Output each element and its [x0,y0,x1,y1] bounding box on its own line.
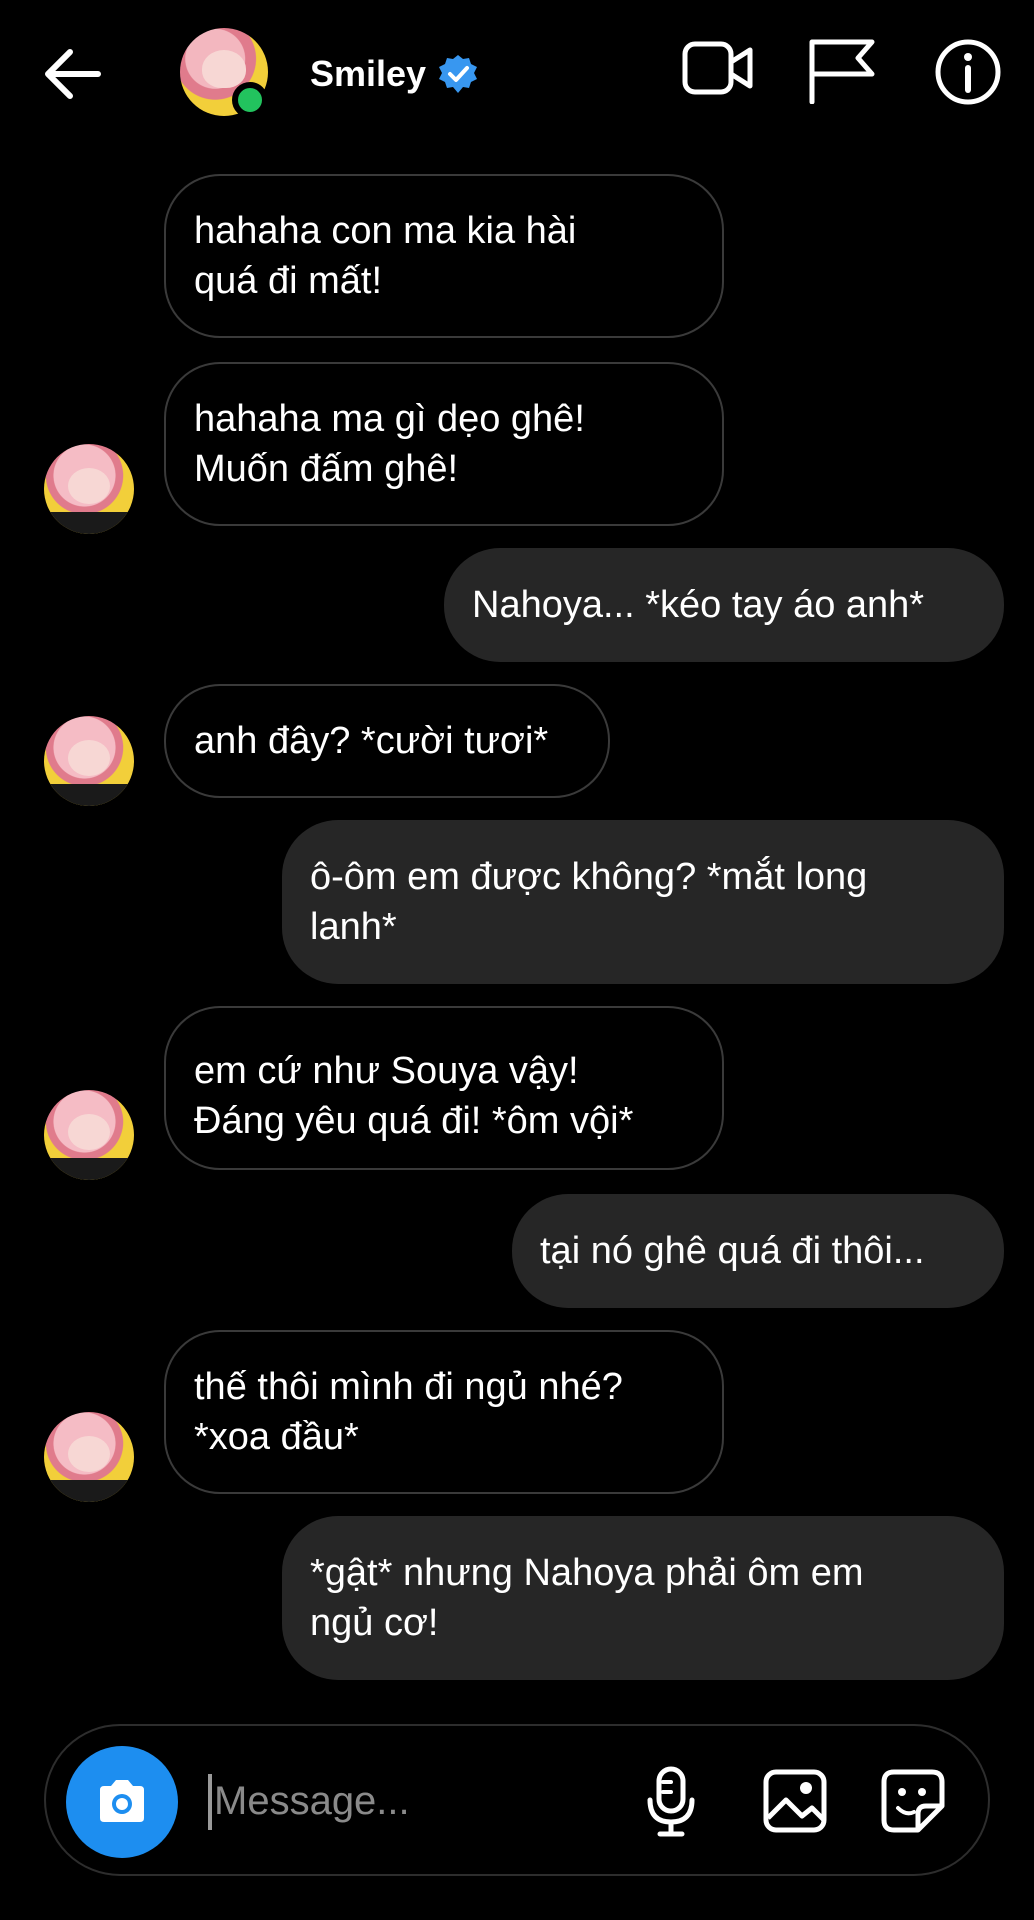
outgoing-message[interactable]: *gật* nhưng Nahoya phải ôm em ngủ cơ! [282,1516,1004,1680]
microphone-icon[interactable] [646,1766,696,1838]
sender-avatar[interactable] [44,1090,134,1180]
gallery-icon[interactable] [762,1768,828,1834]
outgoing-message[interactable]: tại nó ghê quá đi thôi... [512,1194,1004,1308]
message-line: anh đây? *cười tươi* [194,720,549,762]
sender-avatar[interactable] [44,1412,134,1502]
message-line: Đáng yêu quá đi! *ôm vội* [194,1100,634,1142]
info-icon[interactable] [934,38,1002,106]
sender-avatar[interactable] [44,444,134,534]
camera-icon [100,1780,144,1822]
message-line: Muốn đấm ghê! [194,448,459,490]
incoming-message[interactable]: thế thôi mình đi ngủ nhé? *xoa đầu* [164,1330,724,1494]
incoming-message[interactable]: em cứ như Souya vậy! Đáng yêu quá đi! *ô… [164,1006,724,1170]
message-line: *xoa đầu* [194,1416,359,1458]
message-line: ô-ôm em được không? *mắt long [310,856,868,898]
message-line: ngủ cơ! [310,1602,439,1644]
chat-header: Smiley [0,0,1034,150]
message-line: quá đi mất! [194,260,382,302]
online-status-dot [232,82,268,118]
message-line: hahaha con ma kia hài [194,210,577,252]
video-call-icon[interactable] [682,38,754,98]
message-line: tại nó ghê quá đi thôi... [540,1230,925,1272]
sender-avatar[interactable] [44,716,134,806]
incoming-message[interactable]: anh đây? *cười tươi* [164,684,610,798]
message-line: thế thôi mình đi ngủ nhé? [194,1366,623,1408]
message-line: em cứ như Souya vậy! [194,1050,579,1092]
camera-button[interactable] [66,1746,178,1858]
flag-icon[interactable] [806,38,876,104]
contact-name[interactable]: Smiley [310,50,426,98]
sticker-icon[interactable] [880,1768,946,1834]
message-line: lanh* [310,906,397,948]
message-composer [44,1724,990,1876]
back-arrow-icon[interactable] [42,48,102,100]
incoming-message[interactable]: hahaha con ma kia hài quá đi mất! [164,174,724,338]
message-input[interactable] [212,1770,616,1832]
incoming-message[interactable]: hahaha ma gì dẹo ghê! Muốn đấm ghê! [164,362,724,526]
verified-badge-icon [439,55,477,93]
outgoing-message[interactable]: ô-ôm em được không? *mắt long lanh* [282,820,1004,984]
message-line: Nahoya... *kéo tay áo anh* [472,584,925,626]
message-line: hahaha ma gì dẹo ghê! [194,398,585,440]
message-line: *gật* nhưng Nahoya phải ôm em [310,1552,864,1594]
outgoing-message[interactable]: Nahoya... *kéo tay áo anh* [444,548,1004,662]
